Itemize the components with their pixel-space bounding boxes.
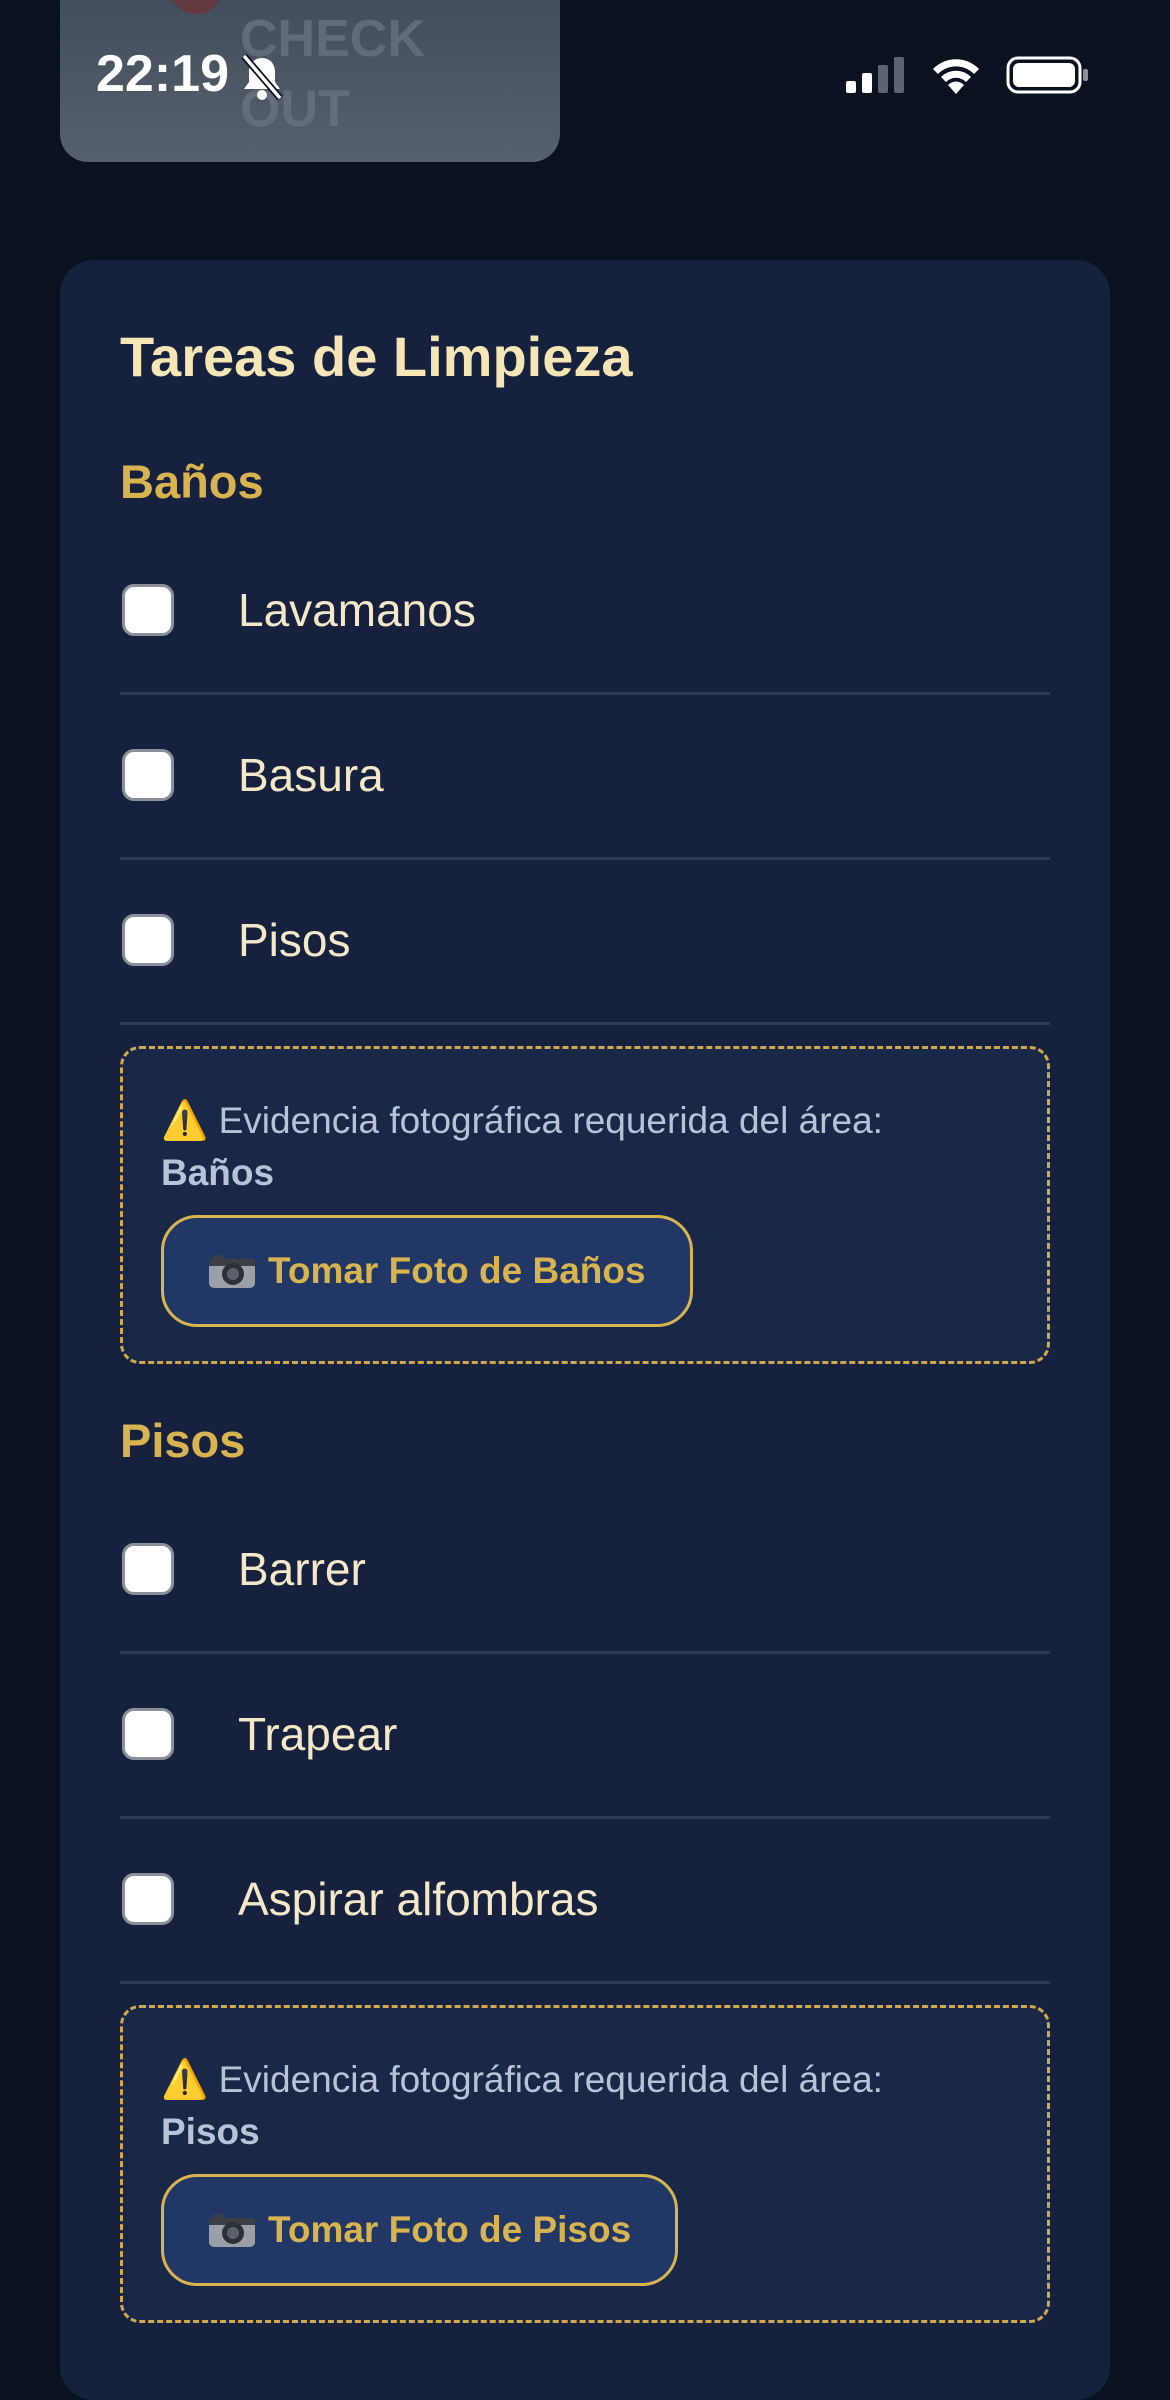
card-title: Tareas de Limpieza [120, 325, 633, 388]
warning-icon: ⚠️ [161, 2059, 209, 2101]
status-icons [844, 56, 1090, 99]
task-checkbox[interactable] [122, 1708, 174, 1760]
task-label: Basura [238, 749, 384, 801]
task-row-trapear[interactable]: Trapear [120, 1652, 1050, 1819]
evidence-text: Evidencia fotográfica requerida del área… [218, 2059, 883, 2100]
bell-muted-icon [240, 52, 284, 107]
task-label: Lavamanos [238, 584, 476, 636]
task-row-lavamanos[interactable]: Lavamanos [120, 528, 1050, 695]
camera-icon [208, 2212, 256, 2248]
evidence-message: ⚠️ Evidencia fotográfica requerida del á… [161, 1095, 1021, 1199]
task-checkbox[interactable] [122, 1873, 174, 1925]
evidence-area: Pisos [161, 2111, 260, 2152]
task-label: Barrer [238, 1543, 366, 1595]
evidence-text: Evidencia fotográfica requerida del área… [218, 1100, 883, 1141]
task-label: Aspirar alfombras [238, 1873, 599, 1925]
status-time: 22:19 [96, 45, 229, 103]
task-label: Trapear [238, 1708, 398, 1760]
section-title-banos: Baños [120, 455, 264, 508]
task-row-barrer[interactable]: Barrer [120, 1487, 1050, 1654]
take-photo-button-banos[interactable]: Tomar Foto de Baños [161, 1215, 693, 1327]
task-row-pisos[interactable]: Pisos [120, 858, 1050, 1025]
warning-icon: ⚠️ [161, 1100, 209, 1142]
task-row-basura[interactable]: Basura [120, 693, 1050, 860]
take-photo-label: Tomar Foto de Baños [268, 1250, 646, 1291]
take-photo-button-pisos[interactable]: Tomar Foto de Pisos [161, 2174, 679, 2286]
task-checkbox[interactable] [122, 584, 174, 636]
cellular-signal-icon [844, 57, 906, 98]
photo-evidence-box: ⚠️ Evidencia fotográfica requerida del á… [120, 2005, 1050, 2323]
task-row-aspirar-alfombras[interactable]: Aspirar alfombras [120, 1817, 1050, 1984]
task-checkbox[interactable] [122, 914, 174, 966]
evidence-message: ⚠️ Evidencia fotográfica requerida del á… [161, 2054, 1021, 2158]
task-checkbox[interactable] [122, 1543, 174, 1595]
take-photo-label: Tomar Foto de Pisos [268, 2209, 632, 2250]
stop-icon [170, 0, 222, 14]
section-title-pisos: Pisos [120, 1414, 246, 1467]
cleaning-tasks-card: Tareas de Limpieza Baños Lavamanos Basur… [60, 260, 1110, 2400]
wifi-icon [930, 56, 982, 99]
task-label: Pisos [238, 914, 351, 966]
battery-icon [1006, 56, 1090, 99]
evidence-area: Baños [161, 1152, 275, 1193]
task-checkbox[interactable] [122, 749, 174, 801]
photo-evidence-box: ⚠️ Evidencia fotográfica requerida del á… [120, 1046, 1050, 1364]
camera-icon [208, 1253, 256, 1289]
